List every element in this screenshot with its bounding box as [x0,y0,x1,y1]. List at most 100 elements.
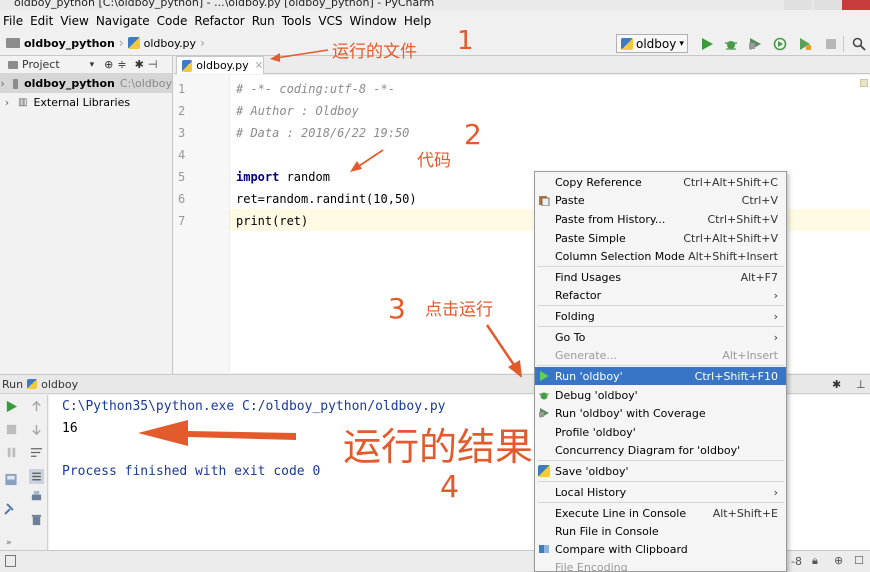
breadcrumb-separator-icon: › [118,36,124,50]
concurrency-icon[interactable] [798,37,812,51]
encoding-indicator[interactable]: -8 [791,555,802,568]
trash-icon[interactable] [30,513,43,526]
menu-file[interactable]: File [0,12,27,32]
tool-windows-icon[interactable] [5,555,16,567]
project-pane-title[interactable]: Project [22,58,60,71]
expand-arrow-icon[interactable]: › [0,77,5,90]
breadcrumb-file[interactable]: oldboy.py [144,37,196,50]
hide-pane-icon[interactable]: ⊣ [148,58,158,71]
menu-code[interactable]: Code [154,12,192,32]
menu-item-go-to[interactable]: Go To › [535,328,786,346]
menu-vcs[interactable]: VCS [315,12,346,32]
menu-item-local-history[interactable]: Local History › [535,483,786,501]
lock-icon[interactable]: 🔒︎ [812,554,818,568]
menu-refactor[interactable]: Refactor [191,12,248,32]
console-exit-message: Process finished with exit code 0 [62,464,321,479]
tree-item-path: C:\oldboy [119,77,172,90]
tree-item-external-libraries[interactable]: › ▥ External Libraries [0,93,172,112]
debug-icon[interactable] [724,37,738,51]
maximize-button[interactable] [814,0,842,10]
menu-item-debug-oldboy[interactable]: Debug 'oldboy' [535,386,786,404]
chevron-down-icon[interactable]: ▾ [90,60,95,70]
menu-item-shortcut: Ctrl+Alt+Shift+V [683,231,778,245]
menu-item-label: Run 'oldboy' [555,369,623,383]
run-icon[interactable] [700,37,714,51]
python-file-icon [621,37,633,50]
menu-run[interactable]: Run [249,12,279,32]
tab-oldboy-py[interactable]: oldboy.py × [176,56,264,74]
project-tool-window: Project ▾ ⊕ ≑ ✱ ⊣ › oldboy_python C:\old… [0,56,173,374]
gear-icon[interactable]: ✱ [135,58,144,71]
arrow-down-icon[interactable] [30,423,43,436]
menu-item-run-file-in-console[interactable]: Run File in Console [535,522,786,540]
event-log-icon[interactable]: ☐ [854,554,864,567]
soft-wrap-icon[interactable] [30,446,43,459]
annotation-label-1: 运行的文件 [332,42,417,62]
layout-icon[interactable] [4,473,18,486]
run-tab-label[interactable]: oldboy [41,378,78,391]
coverage-icon[interactable] [748,37,762,51]
submenu-arrow-icon: › [773,485,778,499]
rerun-icon[interactable] [5,400,18,413]
print-icon[interactable] [30,490,43,503]
sync-icon[interactable]: ⊕ [104,58,113,71]
menu-item-generate[interactable]: Generate... Alt+Insert [535,346,786,364]
menu-item-refactor[interactable]: Refactor › [535,286,786,304]
menu-item-run-oldboy[interactable]: Run 'oldboy' Ctrl+Shift+F10 [535,367,786,385]
close-tab-icon[interactable]: × [255,60,263,71]
close-window-button[interactable] [842,0,870,10]
pause-icon[interactable] [5,446,18,459]
run-config-select[interactable]: oldboy ▾ [616,34,688,53]
chevron-down-icon: ▾ [679,38,684,49]
menu-separator [537,365,784,366]
menu-tools[interactable]: Tools [279,12,316,32]
menu-separator [537,481,784,482]
menu-item-paste-history[interactable]: Paste from History... Ctrl+Shift+V [535,210,786,228]
menu-item-label: Debug 'oldboy' [555,388,638,402]
minimize-button[interactable] [784,0,812,10]
menu-item-label: Concurrency Diagram for 'oldboy' [555,443,741,457]
more-icon[interactable]: » [6,538,12,548]
profile-icon[interactable] [773,37,787,51]
menu-item-folding[interactable]: Folding › [535,307,786,325]
breadcrumb-project[interactable]: oldboy_python [24,37,115,50]
menu-separator [537,266,784,267]
menu-item-paste[interactable]: Paste Ctrl+V [535,191,786,209]
menu-item-compare-clipboard[interactable]: Compare with Clipboard [535,540,786,558]
menu-item-find-usages[interactable]: Find Usages Alt+F7 [535,268,786,286]
tree-item-project-root[interactable]: › oldboy_python C:\oldboy [0,74,172,93]
annotation-number-4: 4 [440,470,460,505]
expand-arrow-icon[interactable]: › [0,96,14,109]
folder-icon [13,78,19,89]
menu-help[interactable]: Help [401,12,435,32]
menu-window[interactable]: Window [347,12,401,32]
inspector-icon[interactable]: ⊕ [834,554,843,567]
search-icon[interactable] [852,37,866,51]
menu-item-run-with-coverage[interactable]: Run 'oldboy' with Coverage [535,404,786,422]
menu-view[interactable]: View [57,12,92,32]
stop-icon[interactable] [824,37,838,51]
stop-icon[interactable] [5,423,18,436]
code-line: # -*- coding:utf-8 -*- [236,82,395,96]
hide-panel-icon[interactable]: ⊥ [856,378,866,391]
menu-item-column-selection[interactable]: Column Selection Mode Alt+Shift+Insert [535,247,786,265]
arrow-up-icon[interactable] [30,400,43,413]
menu-item-shortcut: Alt+F7 [740,270,778,284]
menu-edit[interactable]: Edit [27,12,57,32]
debug-icon [539,392,549,400]
scroll-to-end-icon[interactable] [29,469,44,484]
menu-item-profile[interactable]: Profile 'oldboy' [535,423,786,441]
menu-navigate[interactable]: Navigate [93,12,154,32]
menu-item-file-encoding[interactable]: File Encoding [535,558,786,572]
menu-item-copy-reference[interactable]: Copy Reference Ctrl+Alt+Shift+C [535,173,786,191]
collapse-icon[interactable]: ≑ [117,58,126,71]
menu-item-save-oldboy[interactable]: Save 'oldboy' [535,462,786,480]
menu-item-concurrency-diagram[interactable]: Concurrency Diagram for 'oldboy' [535,441,786,459]
run-toolbar: » [0,395,48,550]
submenu-arrow-icon: › [773,330,778,344]
pin-icon[interactable] [3,502,17,516]
gear-icon[interactable]: ✱ [832,378,841,391]
menu-item-paste-simple[interactable]: Paste Simple Ctrl+Alt+Shift+V [535,229,786,247]
menu-item-execute-line[interactable]: Execute Line in Console Alt+Shift+E [535,504,786,522]
line-number: 3 [178,126,186,140]
